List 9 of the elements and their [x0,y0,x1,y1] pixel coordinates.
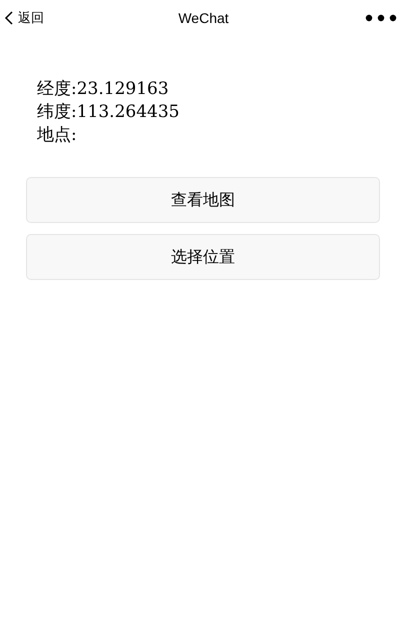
back-link[interactable]: 返回 [4,9,44,27]
action-button[interactable]: 选择位置 [26,234,380,280]
more-icon[interactable] [365,14,397,22]
location-text: 经度:23.129163 [37,78,170,101]
page-title: WeChat [178,10,229,26]
location-text: 纬度:113.264435 [37,101,180,124]
action-button[interactable]: 查看地图 [26,177,380,223]
location-text: 地点: [37,124,78,147]
back-icon [4,11,14,25]
